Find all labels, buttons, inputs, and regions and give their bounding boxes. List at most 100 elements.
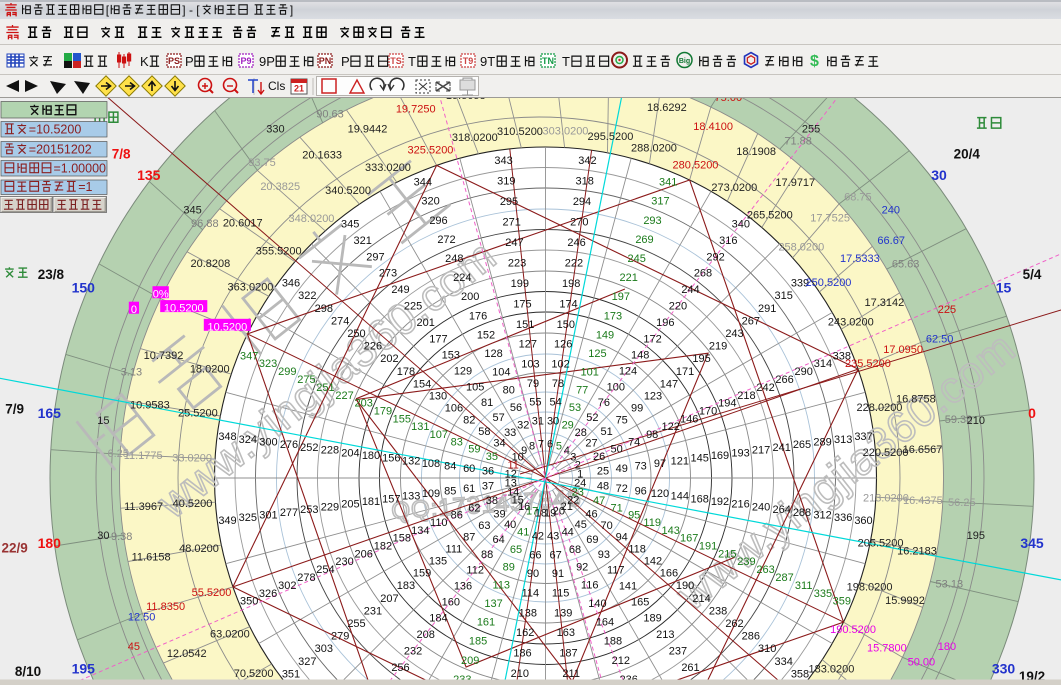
svg-text:301: 301 [259, 510, 277, 522]
svg-text:345: 345 [1020, 535, 1044, 551]
svg-text:0%: 0% [153, 289, 169, 301]
svg-text:161: 161 [477, 617, 495, 629]
svg-text:] - [: ] - [ [182, 3, 200, 17]
svg-text:264: 264 [773, 504, 791, 516]
svg-text:212: 212 [612, 655, 630, 667]
svg-text:336: 336 [834, 512, 852, 524]
svg-text:219: 219 [709, 341, 727, 353]
svg-text:297: 297 [366, 251, 384, 263]
svg-text:180: 180 [38, 535, 62, 551]
svg-text:156: 156 [382, 453, 400, 465]
svg-text:6: 6 [547, 438, 553, 450]
svg-text:278: 278 [297, 572, 315, 584]
svg-text:27: 27 [585, 438, 597, 450]
svg-text:56.25: 56.25 [948, 497, 976, 509]
svg-text:121: 121 [671, 455, 689, 467]
svg-text:125: 125 [588, 348, 606, 360]
svg-text:15.9992: 15.9992 [885, 595, 925, 607]
svg-text:275: 275 [297, 374, 315, 386]
svg-text:184: 184 [429, 613, 447, 625]
svg-text:98: 98 [646, 429, 658, 441]
svg-text:T: T [562, 54, 570, 69]
svg-text:32: 32 [517, 419, 529, 431]
svg-text:269: 269 [635, 234, 653, 246]
svg-text:17.0950: 17.0950 [883, 344, 923, 356]
svg-text:100: 100 [607, 381, 625, 393]
svg-text:77: 77 [576, 384, 588, 396]
svg-text:341: 341 [659, 177, 677, 189]
svg-text:158: 158 [393, 533, 411, 545]
svg-text:210: 210 [511, 668, 529, 680]
svg-text:363.0200: 363.0200 [228, 282, 274, 294]
svg-text:288.0200: 288.0200 [631, 143, 677, 155]
svg-text:327: 327 [298, 656, 316, 668]
svg-text:346: 346 [282, 278, 300, 290]
svg-text:225: 225 [938, 304, 956, 316]
svg-text:172: 172 [643, 333, 661, 345]
svg-text:17.7525: 17.7525 [810, 213, 850, 225]
svg-text:165: 165 [631, 596, 649, 608]
svg-text:199: 199 [511, 278, 529, 290]
svg-text:203: 203 [355, 398, 373, 410]
svg-text:176: 176 [469, 310, 487, 322]
svg-text:194: 194 [718, 398, 736, 410]
svg-text:30: 30 [547, 416, 559, 428]
svg-text:35: 35 [486, 451, 498, 463]
svg-text:86: 86 [451, 510, 463, 522]
svg-text:292: 292 [706, 251, 724, 263]
svg-text:64: 64 [492, 534, 504, 546]
svg-text:20.3825: 20.3825 [260, 181, 300, 193]
svg-text:96: 96 [635, 486, 647, 498]
svg-text:38: 38 [486, 495, 498, 507]
svg-text:68: 68 [569, 544, 581, 556]
svg-text:268: 268 [694, 268, 712, 280]
svg-text:221: 221 [620, 272, 638, 284]
svg-text:65: 65 [510, 544, 522, 556]
svg-text:252: 252 [300, 442, 318, 454]
svg-text:150: 150 [72, 279, 96, 295]
svg-text:266: 266 [775, 374, 793, 386]
svg-text:TS: TS [390, 56, 402, 66]
svg-text:186: 186 [513, 648, 531, 660]
svg-text:8: 8 [529, 441, 535, 453]
svg-text:115: 115 [552, 588, 570, 600]
svg-text:117: 117 [607, 565, 625, 577]
svg-text:345: 345 [183, 205, 201, 217]
svg-text:173: 173 [604, 310, 622, 322]
svg-text:157: 157 [382, 493, 400, 505]
svg-text:348: 348 [218, 431, 236, 443]
svg-text:139: 139 [554, 607, 572, 619]
svg-text:230: 230 [335, 556, 353, 568]
svg-text:20/4: 20/4 [954, 147, 981, 162]
svg-text:241: 241 [773, 442, 791, 454]
svg-text:154: 154 [413, 378, 431, 390]
svg-text:66.67: 66.67 [877, 235, 905, 247]
svg-text:11.1775: 11.1775 [124, 450, 163, 462]
svg-text:18.1908: 18.1908 [736, 146, 776, 158]
svg-text:15: 15 [996, 279, 1012, 295]
svg-text:174: 174 [559, 299, 577, 311]
svg-text:289: 289 [813, 437, 831, 449]
svg-text:291: 291 [758, 303, 776, 315]
svg-text:300: 300 [259, 437, 277, 449]
svg-text:95: 95 [628, 510, 640, 522]
svg-text:185: 185 [469, 636, 487, 648]
svg-text:321: 321 [354, 235, 372, 247]
svg-text:163: 163 [557, 627, 575, 639]
svg-text:155: 155 [393, 414, 411, 426]
svg-text:63.0200: 63.0200 [210, 629, 250, 641]
svg-text:11.3967: 11.3967 [124, 501, 163, 513]
svg-text:168: 168 [691, 493, 709, 505]
svg-text:288: 288 [793, 507, 811, 519]
svg-text:144: 144 [671, 491, 689, 503]
svg-text:61: 61 [463, 483, 475, 495]
svg-text:16.4375: 16.4375 [903, 495, 943, 507]
svg-text:237: 237 [669, 646, 687, 658]
svg-text:171: 171 [676, 366, 694, 378]
svg-text:162: 162 [516, 627, 534, 639]
svg-text:65.63: 65.63 [892, 258, 920, 270]
svg-text:165: 165 [38, 405, 62, 421]
svg-text:235.5200: 235.5200 [845, 358, 891, 370]
svg-text:160: 160 [442, 596, 460, 608]
svg-text:207: 207 [380, 593, 398, 605]
